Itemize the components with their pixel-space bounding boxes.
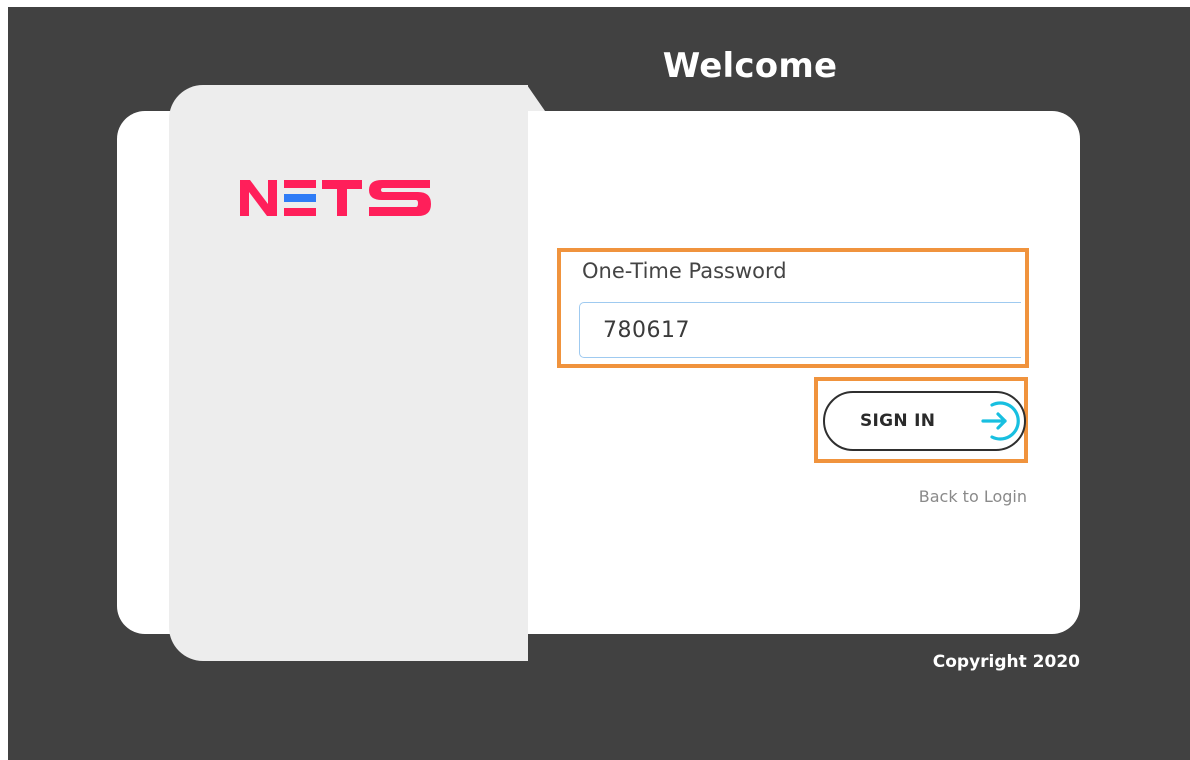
otp-input[interactable] (579, 302, 1021, 358)
page-title: Welcome (662, 46, 838, 86)
copyright-text: Copyright 2020 (932, 652, 1080, 672)
brand-panel (169, 85, 528, 661)
sign-in-label: SIGN IN (860, 411, 936, 431)
nets-logo (240, 180, 431, 216)
brand-panel-tab (527, 85, 545, 111)
sign-in-arrow-icon (981, 401, 1020, 441)
sign-in-button[interactable]: SIGN IN (823, 391, 1026, 451)
back-to-login-link[interactable]: Back to Login (919, 487, 1027, 506)
otp-label: One-Time Password (582, 259, 787, 283)
